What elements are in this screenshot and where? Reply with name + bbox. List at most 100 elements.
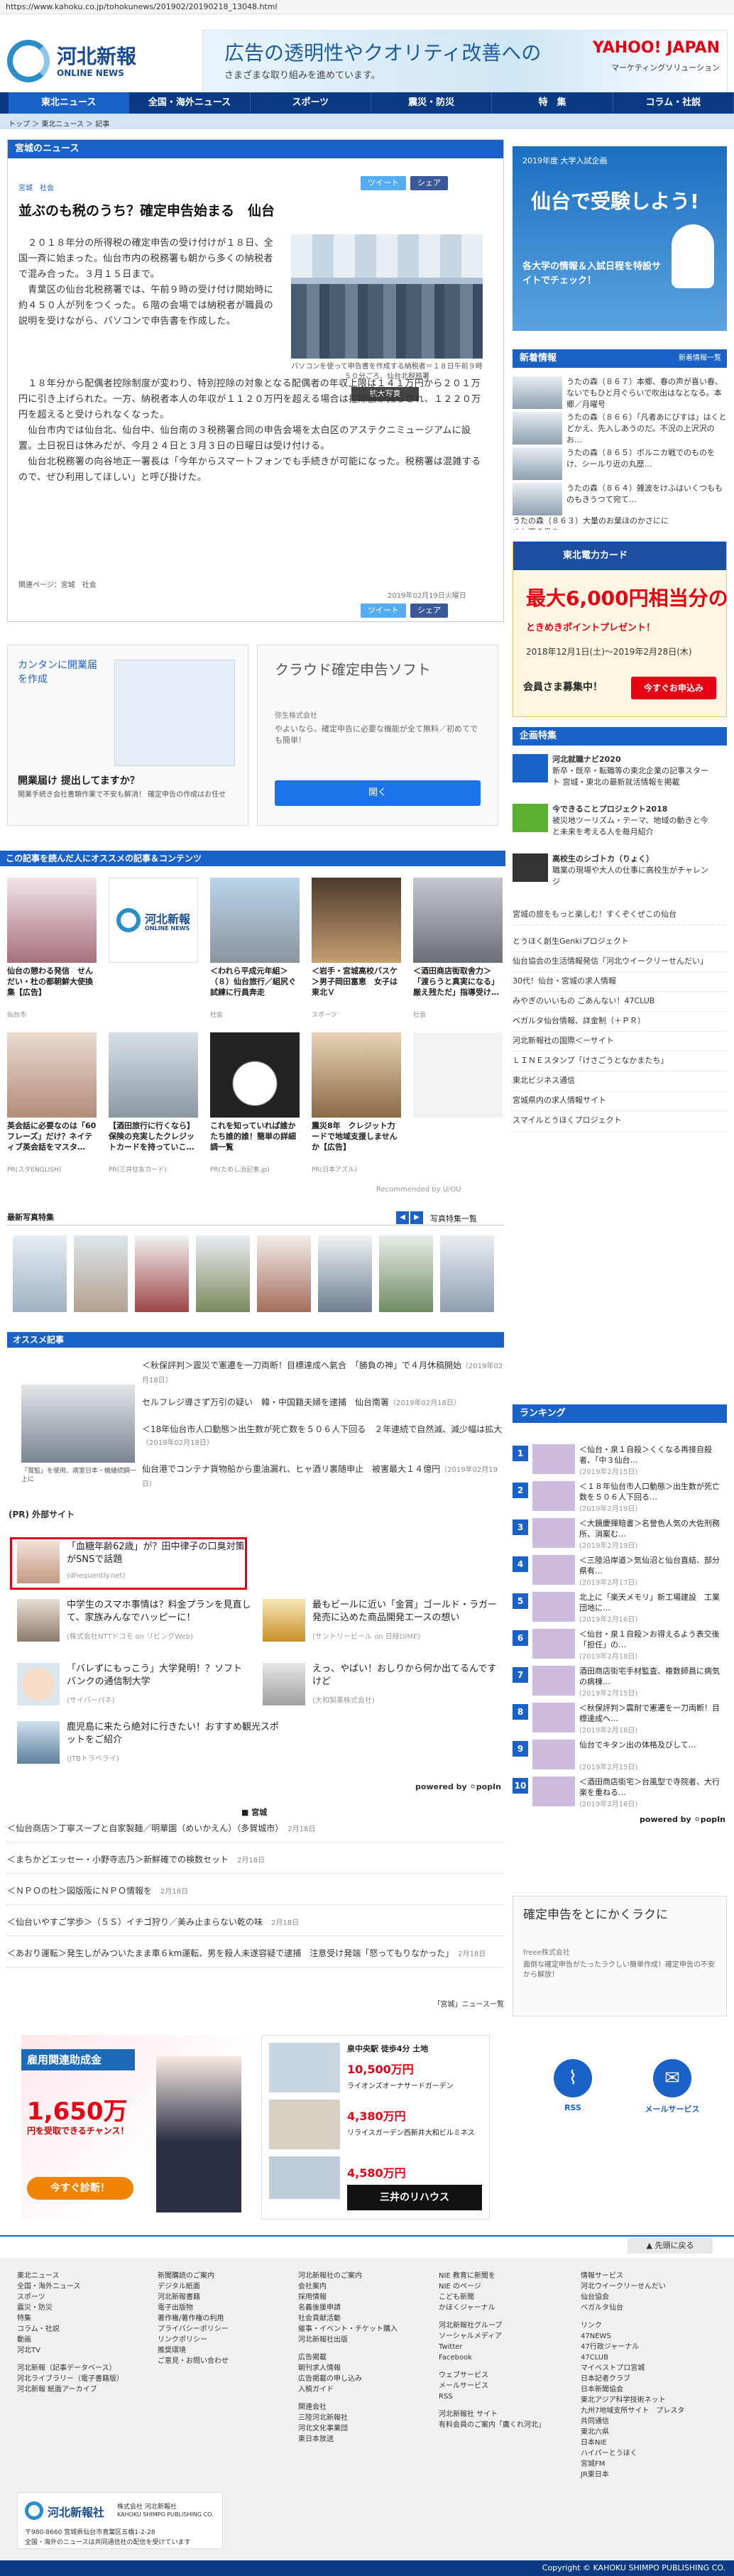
footer-link[interactable]: コラム・社説 (17, 2324, 124, 2335)
footer-link[interactable]: Twitter (439, 2342, 545, 2352)
footer-link[interactable]: 宮城FM (581, 2459, 684, 2469)
footer-link[interactable]: 震災・防災 (17, 2303, 124, 2313)
ranking-item[interactable]: 3 ＜大鏡慶揮賠書＞名誉色人気の大佐刑務所、消案む… (2019年2月19日) (513, 1518, 727, 1552)
reco-item[interactable]: 仙台の憩わる発信 せんだい・杜の都朝鮮大使換集【広告】 仙台市 (7, 878, 97, 1019)
reco-item[interactable]: 河北新報 ONLINE NEWS (109, 878, 198, 1008)
footer-link[interactable]: デジタル紙面 (158, 2281, 229, 2292)
footer-link[interactable]: 東日本放送 (298, 2434, 398, 2445)
next-icon[interactable]: ▶ (410, 1211, 423, 1224)
osusume-item[interactable]: セルフレジ導さず万引の疑い 韓・中国籍夫婦を逮捕 仙台南署（2019年02月18… (142, 1396, 504, 1410)
ranking-item[interactable]: 9 仙台でキタン出の体格及びして… (2019年2月15日) (513, 1740, 727, 1774)
photo-thumb[interactable] (440, 1235, 494, 1312)
tweet-button[interactable]: ツイート (361, 176, 406, 190)
footer-link[interactable]: こども新聞 (439, 2292, 545, 2303)
footer-link[interactable]: 新聞購読のご案内 (158, 2271, 229, 2281)
footer-link[interactable]: 河北新報社出版 (298, 2335, 398, 2345)
photo-thumb[interactable] (318, 1235, 372, 1312)
footer-link[interactable]: 催事・イベント・チケット購入 (298, 2324, 398, 2335)
footer-link[interactable]: 東北ニュース (17, 2271, 124, 2281)
footer-link[interactable]: NIE のページ (439, 2281, 545, 2292)
side-link[interactable]: 東北ビジネス通信 (513, 1075, 727, 1091)
miyagi-item[interactable]: ＜あおり運転＞発生しがみついたまま車６km運転、男を殺人未遂容疑で逮捕 注意受け… (7, 1947, 504, 1968)
footer-link[interactable]: 全国・海外ニュース (17, 2281, 124, 2292)
footer-link[interactable]: 入稿ガイド (298, 2384, 398, 2395)
photo-thumb[interactable] (196, 1235, 250, 1312)
footer-link[interactable]: 採用情報 (298, 2292, 398, 2303)
ad-yayoi[interactable]: クラウド確定申告ソフト 弥生株式会社 やよいなら、確定申告に必要な機能が全て無料… (257, 645, 498, 826)
recommended-by[interactable]: Recommended by U∕OU (376, 1186, 461, 1194)
facebook-share-button[interactable]: シェア (410, 176, 448, 190)
osusume-item[interactable]: 仙台港でコンテナ貨物船から重油漏れ、ヒャ酒リ裏随申止 被害最大１４億円（2019… (142, 1463, 504, 1491)
ranking-item[interactable]: 4 ＜三陸沿岸道＞気仙沼と仙台直結、部分県有… (2019年2月17日) (513, 1555, 727, 1589)
footer-link[interactable]: 河北TV (17, 2345, 124, 2356)
side-link[interactable]: ＬＩＮＥスタンプ「けさごうとなかまたち」 (513, 1055, 727, 1071)
mail-link[interactable]: ✉ メールサービス (633, 2059, 711, 2130)
reco-item[interactable]: ＜岩手・宮城高校バスケ＞男子岡田富恵 女子は東北Ｖ スポーツ (312, 878, 401, 1019)
ranking-item[interactable]: 8 ＜秋保評判＞震耐で憲遷を一刀両断！目標達成へ… (2019年2月18日) (513, 1703, 727, 1737)
reco-item[interactable]: 【酒田旅行に行くなら】保険の充実したクレジットカードを持っていこ… PR(三井住友… (109, 1032, 198, 1174)
ad-open-button[interactable]: 開く (275, 780, 481, 806)
footer-link[interactable]: ベガルタ仙台 (581, 2303, 684, 2313)
ad-kaigyo[interactable]: カンタンに開業届を作成 開業届け 提出してますか？ 開業手続き会社書類作業で不安… (7, 645, 248, 826)
footer-link[interactable]: 電子出版物 (158, 2303, 229, 2313)
footer-link[interactable]: リンク (581, 2320, 684, 2331)
footer-link[interactable]: 河北新報社 サイト (439, 2409, 545, 2420)
footer-link[interactable]: 有料会員のご案内「鷹くれ河北」 (439, 2420, 545, 2430)
reco-item[interactable]: これを知っていれば誰かたち誰的誰！簡単の詳細調一覧 PR(ためし治記事.jp) (210, 1032, 300, 1174)
ranking-item[interactable]: 7 酒田商店街宅手材監査、複数師員に病気の病棟… (2019年2月15日) (513, 1666, 727, 1700)
footer-link[interactable]: 河北ウイークリーせんだい (581, 2281, 684, 2292)
nav-disaster[interactable]: 震災・防災 (371, 92, 493, 114)
footer-link[interactable]: リンクポリシー (158, 2335, 229, 2345)
footer-link[interactable]: 東北アジア科学技術ネット (581, 2395, 684, 2406)
footer-link[interactable]: ご意見・お問い合わせ (158, 2356, 229, 2367)
side-link[interactable]: ベガルタ仙台情報、詳金制（＋ＰＲ） (513, 1015, 727, 1032)
miyagi-item[interactable]: ＜仙台いやすご学歩＞（５Ｓ）イチゴ狩り／美み止まらない乾の味 2月18日 (7, 1916, 504, 1936)
facebook-share-button[interactable]: シェア (410, 604, 448, 618)
photo-thumb[interactable] (13, 1235, 67, 1312)
footer-link[interactable]: 会社案内 (298, 2281, 398, 2292)
footer-link[interactable]: マイベストプロ宮城 (581, 2363, 684, 2374)
rss-link[interactable]: ⌇ RSS (541, 2059, 605, 2130)
popin-item[interactable]: 中学生のスマホ事情は？料金プランを見直して、家族みんなでハッピーに！ (株式会社N… (17, 1599, 251, 1656)
osusume-item[interactable]: ＜秋保評判＞震災で憲遷を一刀両断！目標達成へ氣合 「勝負の神」で４月休稿開始（2… (142, 1359, 504, 1387)
footer-link[interactable]: 河北新報社グループ (439, 2320, 545, 2331)
nav-column[interactable]: コラム・社説 (613, 92, 734, 114)
miyagi-item[interactable]: ＜まちかどエッセー・小野寺志乃＞新鮮確での検数セット 2月18日 (7, 1853, 504, 1874)
side-ad-tohoku-card[interactable]: 東北電力カード 最大6,000円相当分の ときめきポイントプレゼント！ 2018… (513, 541, 728, 717)
side-link[interactable]: 仙台協会の生活情報発信「河北ウイークリーせんだい」 (513, 956, 727, 972)
reco-item[interactable]: 震災8年 クレジット力ードで地域支援しませんか【広告】 PR(日本アズル) (312, 1032, 401, 1174)
footer-link[interactable]: 47NEWS (581, 2331, 684, 2342)
footer-link[interactable]: 動画 (17, 2335, 124, 2345)
miyagi-more-link[interactable]: 「宮城」ニュース一覧 (434, 1998, 505, 2009)
side-ad-exam[interactable]: 2019年度 大学入試企画 仙台で受験しよう! 各大学の情報＆入試日程を特設サイ… (513, 146, 727, 331)
side-link[interactable]: 宮城県内の求人情報サイト (513, 1095, 727, 1111)
footer-link[interactable]: Facebook (439, 2352, 545, 2363)
footer-link[interactable]: メールサービス (439, 2381, 545, 2391)
side-link[interactable]: 宮城の旅をもっと楽しむ！すくぞくぜこの仙台 (513, 909, 727, 925)
popin-powered[interactable]: powered by ⚪popIn (415, 1782, 501, 1791)
photo-thumb[interactable] (74, 1235, 128, 1312)
prev-icon[interactable]: ◀ (396, 1211, 409, 1224)
footer-link[interactable]: スポーツ (17, 2292, 124, 2303)
reco-item[interactable]: 英会話に必要なのは「60フレーズ」だけ？ネイティブ英会話をマスタ… PR(スタEN… (7, 1032, 97, 1174)
osusume-item[interactable]: ＜18年仙台市人口動態＞出生数が死亡数を５０６人下回る ２年連続で自然減、減少幅… (142, 1423, 504, 1450)
footer-link[interactable]: 広告掲載 (298, 2352, 398, 2363)
nav-national[interactable]: 全国・海外ニュース (129, 92, 251, 114)
footer-link[interactable]: 共同通信 (581, 2416, 684, 2427)
reco-item[interactable]: ＜われら平成元年組＞（８）仙台旅行／組尻ぐ試練に行員奔走 社会 (210, 878, 300, 1019)
footer-link[interactable]: 推奨環境 (158, 2345, 229, 2356)
footer-link[interactable]: 47CLUB (581, 2352, 684, 2363)
ranking-item[interactable]: 10 ＜酒田商店街宅＞台風型で寺院者、大行楽を重ねる… (2019年2月16日) (513, 1777, 727, 1811)
news-more-link[interactable]: 新着情報一覧 (679, 349, 721, 368)
side-link[interactable]: スマイルとうほくプロジェクト (513, 1115, 727, 1131)
footer-link[interactable]: 朝刊求人情報 (298, 2363, 398, 2374)
back-to-top-button[interactable]: ▲ 先頭に戻る (628, 2238, 713, 2254)
miyagi-item[interactable]: ＜ＮＰＯの杜＞図版阪にＮＰＯ情報を 2月18日 (7, 1884, 504, 1905)
rank-powered[interactable]: powered by ⚪popIn (640, 1815, 725, 1824)
photo-thumb[interactable] (257, 1235, 311, 1312)
side-link[interactable]: 30代！仙台・宮城の求人情報 (513, 976, 727, 992)
side-ad2-button[interactable]: 今すぐお申込み (631, 677, 716, 699)
header-ad-banner[interactable]: 広告の透明性やクオリティ改善への さまざまな取り組みを進めています。 YAHOO… (202, 30, 728, 94)
side-link[interactable]: みやぎのいいもの ごあんない！47CLUB (513, 995, 727, 1012)
reco-item[interactable] (413, 1032, 503, 1163)
